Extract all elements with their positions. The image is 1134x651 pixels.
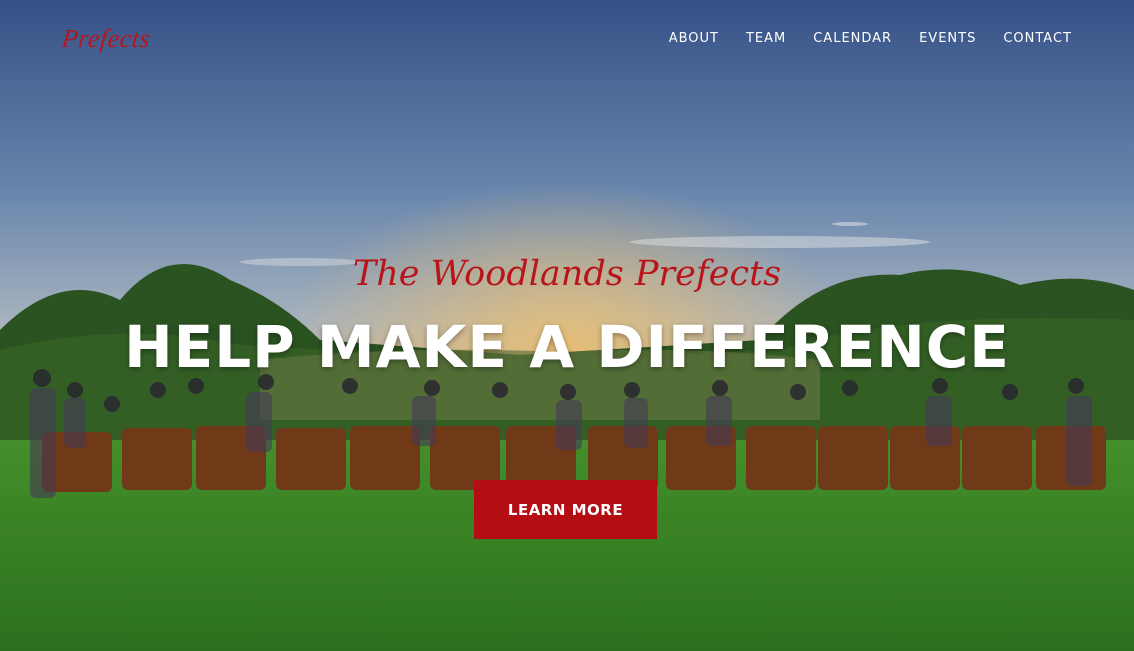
hero-subtitle: The Woodlands Prefects [352,254,782,294]
nav-events[interactable]: EVENTS [919,31,976,46]
nav-team[interactable]: TEAM [746,31,786,46]
nav-contact[interactable]: CONTACT [1003,31,1072,46]
hero-section: Prefects ABOUT TEAM CALENDAR EVENTS CONT… [0,0,1134,651]
main-nav: ABOUT TEAM CALENDAR EVENTS CONTACT [642,31,1072,46]
brand-logo[interactable]: Prefects [60,24,152,54]
nav-calendar[interactable]: CALENDAR [813,31,892,46]
hero-headline: HELP MAKE A DIFFERENCE [124,313,1010,381]
learn-more-button[interactable]: LEARN MORE [474,480,657,539]
nav-about[interactable]: ABOUT [669,31,719,46]
